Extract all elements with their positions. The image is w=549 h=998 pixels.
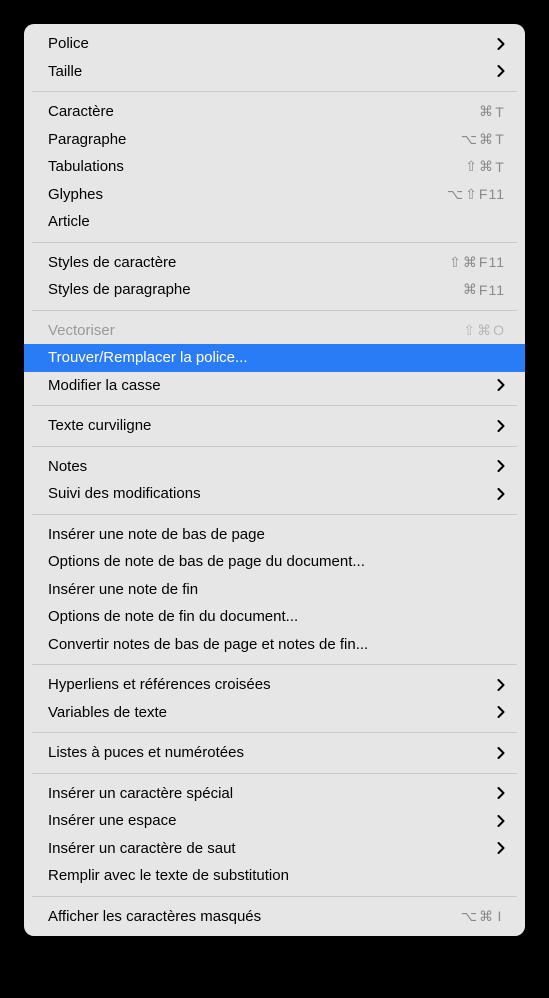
chevron-right-icon <box>497 65 505 77</box>
menu-separator <box>32 514 517 515</box>
menu-item-label: Styles de paragraphe <box>48 281 451 298</box>
menu-item-shortcut: ⌥⌘T <box>461 131 505 148</box>
menu-separator <box>32 664 517 665</box>
menu-item-label: Styles de caractère <box>48 254 437 271</box>
menu-item-caractere[interactable]: Caractère ⌘T <box>24 98 525 126</box>
menu-item-listes-puces[interactable]: Listes à puces et numérotées <box>24 739 525 767</box>
menu-item-label: Listes à puces et numérotées <box>48 744 485 761</box>
menu-item-remplir-substitution[interactable]: Remplir avec le texte de substitution <box>24 862 525 890</box>
menu-item-label: Insérer une note de bas de page <box>48 526 505 543</box>
menu-item-label: Caractère <box>48 103 467 120</box>
menu-item-article[interactable]: Article <box>24 208 525 236</box>
menu-item-tabulations[interactable]: Tabulations ⇧⌘T <box>24 153 525 181</box>
menu-item-inserer-saut[interactable]: Insérer un caractère de saut <box>24 835 525 863</box>
chevron-right-icon <box>497 842 505 854</box>
menu-item-texte-curviligne[interactable]: Texte curviligne <box>24 412 525 440</box>
menu-separator <box>32 405 517 406</box>
menu-separator <box>32 732 517 733</box>
menu-item-label: Paragraphe <box>48 131 449 148</box>
menu-separator <box>32 896 517 897</box>
menu-item-label: Glyphes <box>48 186 435 203</box>
menu-item-label: Modifier la casse <box>48 377 485 394</box>
chevron-right-icon <box>497 679 505 691</box>
menu-item-label: Vectoriser <box>48 322 451 339</box>
menu-item-label: Article <box>48 213 505 230</box>
chevron-right-icon <box>497 706 505 718</box>
menu-item-shortcut: ⇧⌘O <box>463 322 505 339</box>
menu-item-inserer-caractere-special[interactable]: Insérer un caractère spécial <box>24 780 525 808</box>
menu-item-notes[interactable]: Notes <box>24 453 525 481</box>
menu-item-label: Insérer un caractère de saut <box>48 840 485 857</box>
menu-item-label: Afficher les caractères masqués <box>48 908 449 925</box>
chevron-right-icon <box>497 460 505 472</box>
menu-item-label: Police <box>48 35 485 52</box>
menu-item-taille[interactable]: Taille <box>24 58 525 86</box>
menu-item-suivi-modifications[interactable]: Suivi des modifications <box>24 480 525 508</box>
menu-item-label: Insérer une note de fin <box>48 581 505 598</box>
menu-item-options-note-bas[interactable]: Options de note de bas de page du docume… <box>24 548 525 576</box>
menu-item-label: Hyperliens et références croisées <box>48 676 485 693</box>
chevron-right-icon <box>497 379 505 391</box>
menu-item-glyphes[interactable]: Glyphes ⌥⇧F11 <box>24 181 525 209</box>
menu-separator <box>32 91 517 92</box>
menu-item-label: Variables de texte <box>48 704 485 721</box>
menu-item-label: Options de note de bas de page du docume… <box>48 553 505 570</box>
menu-item-inserer-espace[interactable]: Insérer une espace <box>24 807 525 835</box>
menu-item-label: Texte curviligne <box>48 417 485 434</box>
menu-item-label: Trouver/Remplacer la police... <box>48 349 505 366</box>
menu-item-label: Tabulations <box>48 158 453 175</box>
menu-item-shortcut: ⌥⇧F11 <box>447 186 505 203</box>
menu-item-inserer-note-fin[interactable]: Insérer une note de fin <box>24 576 525 604</box>
menu-item-trouver-police[interactable]: Trouver/Remplacer la police... <box>24 344 525 372</box>
menu-item-afficher-masques[interactable]: Afficher les caractères masqués ⌥⌘I <box>24 903 525 931</box>
menu-item-label: Options de note de fin du document... <box>48 608 505 625</box>
chevron-right-icon <box>497 488 505 500</box>
menu-item-shortcut: ⌥⌘I <box>461 908 505 925</box>
chevron-right-icon <box>497 420 505 432</box>
menu-item-convertir-notes[interactable]: Convertir notes de bas de page et notes … <box>24 631 525 659</box>
chevron-right-icon <box>497 815 505 827</box>
menu-item-modifier-casse[interactable]: Modifier la casse <box>24 372 525 400</box>
menu-separator <box>32 310 517 311</box>
menu-separator <box>32 446 517 447</box>
chevron-right-icon <box>497 38 505 50</box>
chevron-right-icon <box>497 747 505 759</box>
menu-item-label: Notes <box>48 458 485 475</box>
menu-separator <box>32 242 517 243</box>
menu-item-label: Taille <box>48 63 485 80</box>
menu-item-hyperliens[interactable]: Hyperliens et références croisées <box>24 671 525 699</box>
menu-item-label: Insérer une espace <box>48 812 485 829</box>
menu-item-vectoriser: Vectoriser ⇧⌘O <box>24 317 525 345</box>
menu-item-police[interactable]: Police <box>24 30 525 58</box>
menu-separator <box>32 773 517 774</box>
menu-item-shortcut: ⇧⌘F11 <box>449 254 505 271</box>
menu-item-styles-paragraphe[interactable]: Styles de paragraphe ⌘F11 <box>24 276 525 304</box>
menu-item-styles-caractere[interactable]: Styles de caractère ⇧⌘F11 <box>24 249 525 277</box>
menu-item-shortcut: ⌘T <box>479 103 505 120</box>
context-menu: Police Taille Caractère ⌘T Paragraphe ⌥⌘T Tabu… <box>24 24 525 936</box>
menu-item-label: Convertir notes de bas de page et notes … <box>48 636 505 653</box>
menu-item-label: Insérer un caractère spécial <box>48 785 485 802</box>
menu-item-label: Remplir avec le texte de substitution <box>48 867 505 884</box>
menu-item-shortcut: ⇧⌘T <box>465 158 505 175</box>
menu-item-shortcut: ⌘F11 <box>463 281 505 298</box>
menu-item-variables-texte[interactable]: Variables de texte <box>24 699 525 727</box>
menu-item-options-note-fin[interactable]: Options de note de fin du document... <box>24 603 525 631</box>
menu-item-inserer-note-bas[interactable]: Insérer une note de bas de page <box>24 521 525 549</box>
menu-item-paragraphe[interactable]: Paragraphe ⌥⌘T <box>24 126 525 154</box>
menu-item-label: Suivi des modifications <box>48 485 485 502</box>
chevron-right-icon <box>497 787 505 799</box>
